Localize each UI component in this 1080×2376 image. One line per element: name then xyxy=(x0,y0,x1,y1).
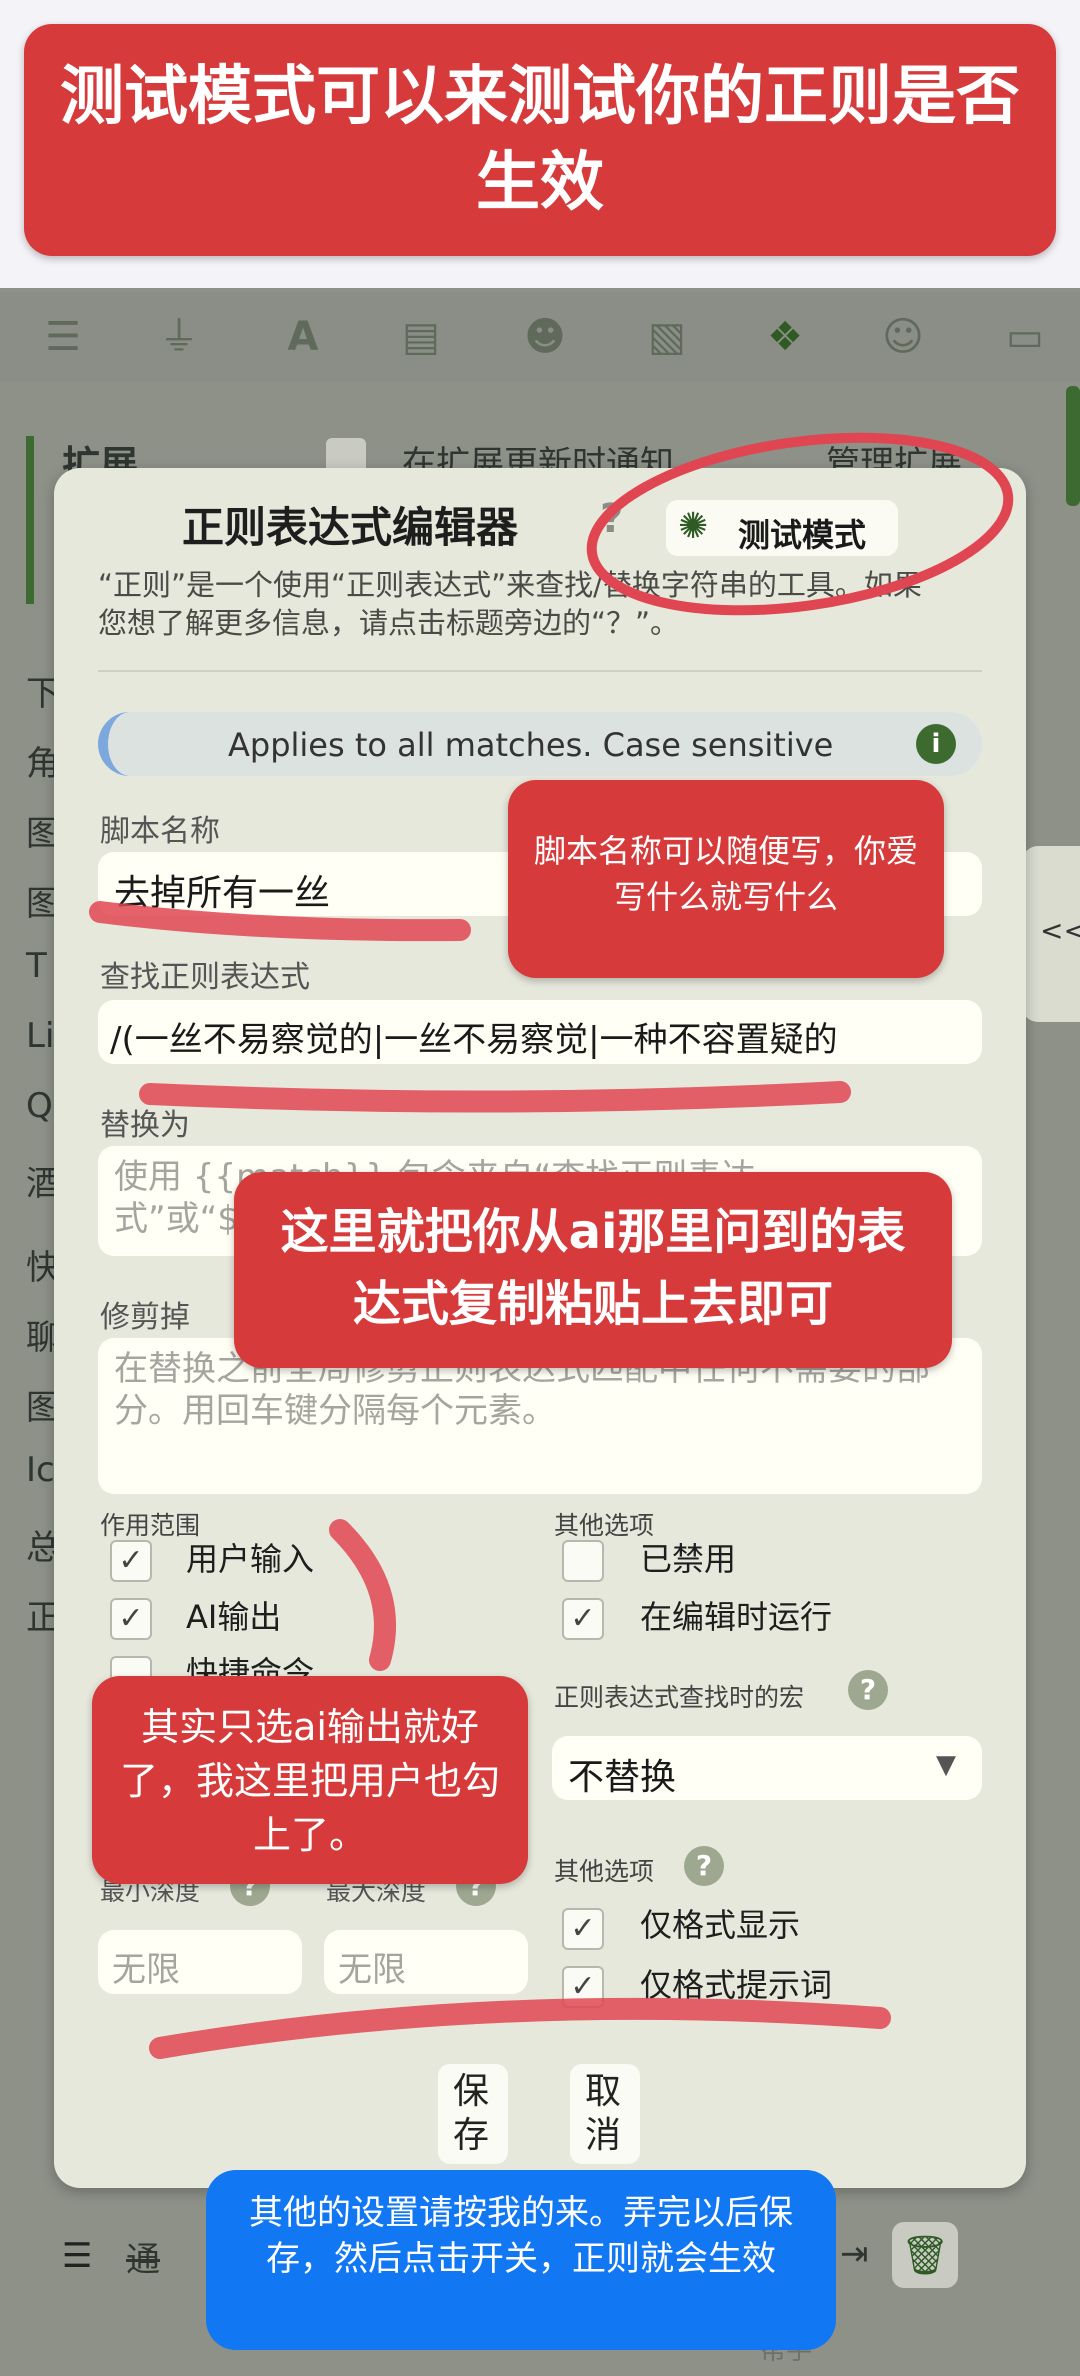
regex-note: 这里就把你从ai那里问到的表达式复制粘贴上去即可 xyxy=(234,1172,952,1368)
scope-bracket xyxy=(329,1519,396,1671)
depth-underline xyxy=(149,1997,891,2059)
scope-note-text: 其实只选ai输出就好了，我这里把用户也勾上了。 xyxy=(119,1705,500,1857)
script-name-underline xyxy=(89,901,471,942)
scope-note: 其实只选ai输出就好了，我这里把用户也勾上了。 xyxy=(92,1676,528,1884)
test-mode-circle xyxy=(586,432,1014,616)
script-name-note-text: 脚本名称可以随便写，你爱写什么就写什么 xyxy=(534,832,919,916)
bottom-note-text: 其他的设置请按我的来。弄完以后保存，然后点击开关，正则就会生效 xyxy=(249,2193,793,2279)
script-name-note: 脚本名称可以随便写，你爱写什么就写什么 xyxy=(508,780,944,978)
banner-note: 测试模式可以来测试你的正则是否生效 xyxy=(24,24,1056,256)
bottom-note: 其他的设置请按我的来。弄完以后保存，然后点击开关，正则就会生效 xyxy=(206,2170,836,2350)
regex-note-text: 这里就把你从ai那里问到的表达式复制粘贴上去即可 xyxy=(280,1204,906,1332)
banner-note-text: 测试模式可以来测试你的正则是否生效 xyxy=(60,60,1020,220)
regex-underline xyxy=(139,1081,851,1113)
